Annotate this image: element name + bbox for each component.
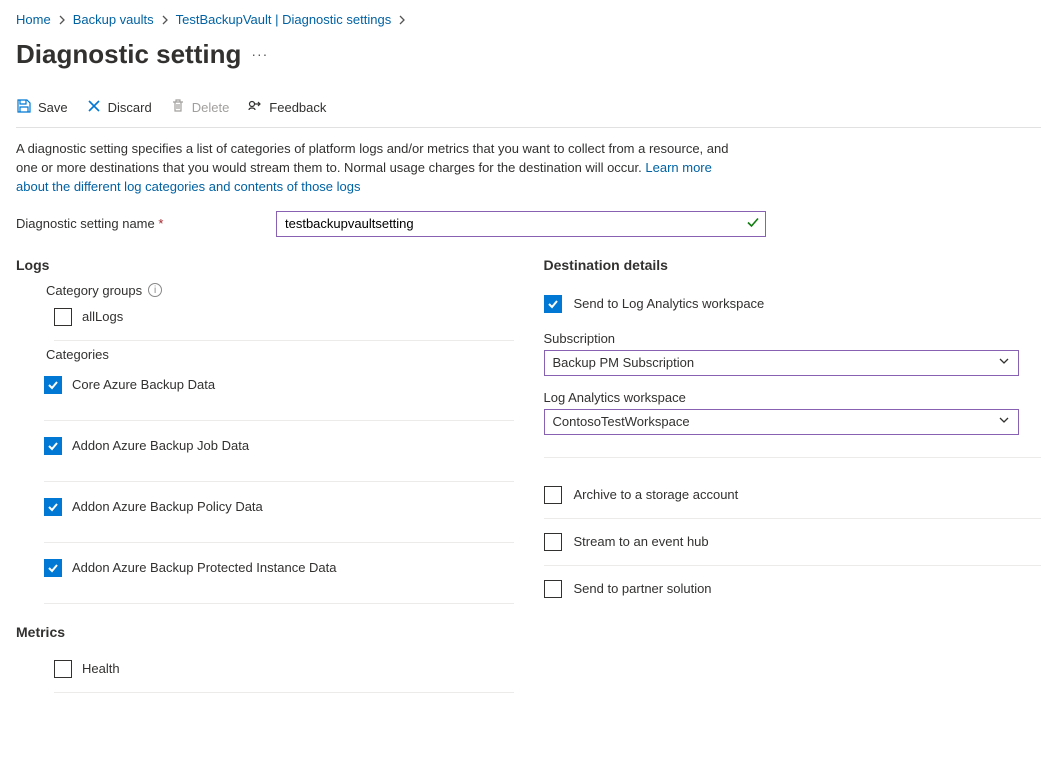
cat-policy-checkbox[interactable] — [44, 498, 62, 516]
breadcrumb-home[interactable]: Home — [16, 12, 51, 27]
page-title: Diagnostic setting — [16, 39, 241, 70]
partner-checkbox[interactable] — [544, 580, 562, 598]
close-icon — [86, 98, 102, 117]
cat-core-checkbox[interactable] — [44, 376, 62, 394]
cat-protected-checkbox[interactable] — [44, 559, 62, 577]
chevron-right-icon — [57, 13, 67, 27]
destination-heading: Destination details — [544, 257, 1042, 273]
cat-core-label: Core Azure Backup Data — [72, 377, 215, 392]
stream-label: Stream to an event hub — [574, 534, 709, 549]
required-indicator: * — [158, 216, 163, 231]
breadcrumb-vaults[interactable]: Backup vaults — [73, 12, 154, 27]
save-icon — [16, 98, 32, 117]
health-checkbox[interactable] — [54, 660, 72, 678]
send-la-checkbox[interactable] — [544, 295, 562, 313]
intro-text-body: A diagnostic setting specifies a list of… — [16, 141, 728, 175]
checkmark-icon — [746, 215, 760, 232]
la-workspace-value: ContosoTestWorkspace — [553, 414, 690, 429]
subscription-select[interactable]: Backup PM Subscription — [544, 350, 1019, 376]
toolbar: Save Discard Delete Feedback — [16, 92, 1041, 128]
breadcrumb: Home Backup vaults TestBackupVault | Dia… — [16, 12, 1041, 27]
trash-icon — [170, 98, 186, 117]
partner-label: Send to partner solution — [574, 581, 712, 596]
save-button[interactable]: Save — [16, 98, 68, 117]
cat-protected-label: Addon Azure Backup Protected Instance Da… — [72, 560, 337, 575]
archive-label: Archive to a storage account — [574, 487, 739, 502]
save-label: Save — [38, 100, 68, 115]
delete-label: Delete — [192, 100, 230, 115]
subscription-value: Backup PM Subscription — [553, 355, 695, 370]
setting-name-input[interactable] — [276, 211, 766, 237]
alllogs-checkbox[interactable] — [54, 308, 72, 326]
more-icon[interactable]: ··· — [251, 46, 268, 62]
discard-button[interactable]: Discard — [86, 98, 152, 117]
breadcrumb-vault-diagnostics[interactable]: TestBackupVault | Diagnostic settings — [176, 12, 392, 27]
discard-label: Discard — [108, 100, 152, 115]
destination-column: Destination details Send to Log Analytic… — [544, 257, 1042, 693]
la-workspace-select[interactable]: ContosoTestWorkspace — [544, 409, 1019, 435]
categories-label: Categories — [46, 347, 514, 362]
stream-checkbox[interactable] — [544, 533, 562, 551]
archive-checkbox[interactable] — [544, 486, 562, 504]
feedback-label: Feedback — [269, 100, 326, 115]
metrics-heading: Metrics — [16, 624, 514, 640]
intro-text: A diagnostic setting specifies a list of… — [16, 140, 736, 197]
feedback-icon — [247, 98, 263, 117]
setting-name-label: Diagnostic setting name * — [16, 216, 266, 231]
cat-policy-label: Addon Azure Backup Policy Data — [72, 499, 263, 514]
send-la-label: Send to Log Analytics workspace — [574, 296, 765, 311]
category-groups-label: Category groups i — [46, 283, 514, 298]
chevron-down-icon — [998, 414, 1010, 429]
cat-job-label: Addon Azure Backup Job Data — [72, 438, 249, 453]
cat-job-checkbox[interactable] — [44, 437, 62, 455]
chevron-right-icon — [160, 13, 170, 27]
info-icon[interactable]: i — [148, 283, 162, 297]
chevron-right-icon — [397, 13, 407, 27]
alllogs-label: allLogs — [82, 309, 123, 324]
la-workspace-label: Log Analytics workspace — [544, 390, 1042, 405]
logs-column: Logs Category groups i allLogs Categorie… — [16, 257, 514, 693]
delete-button: Delete — [170, 98, 230, 117]
subscription-label: Subscription — [544, 331, 1042, 346]
health-label: Health — [82, 661, 120, 676]
chevron-down-icon — [998, 355, 1010, 370]
feedback-button[interactable]: Feedback — [247, 98, 326, 117]
logs-heading: Logs — [16, 257, 514, 273]
